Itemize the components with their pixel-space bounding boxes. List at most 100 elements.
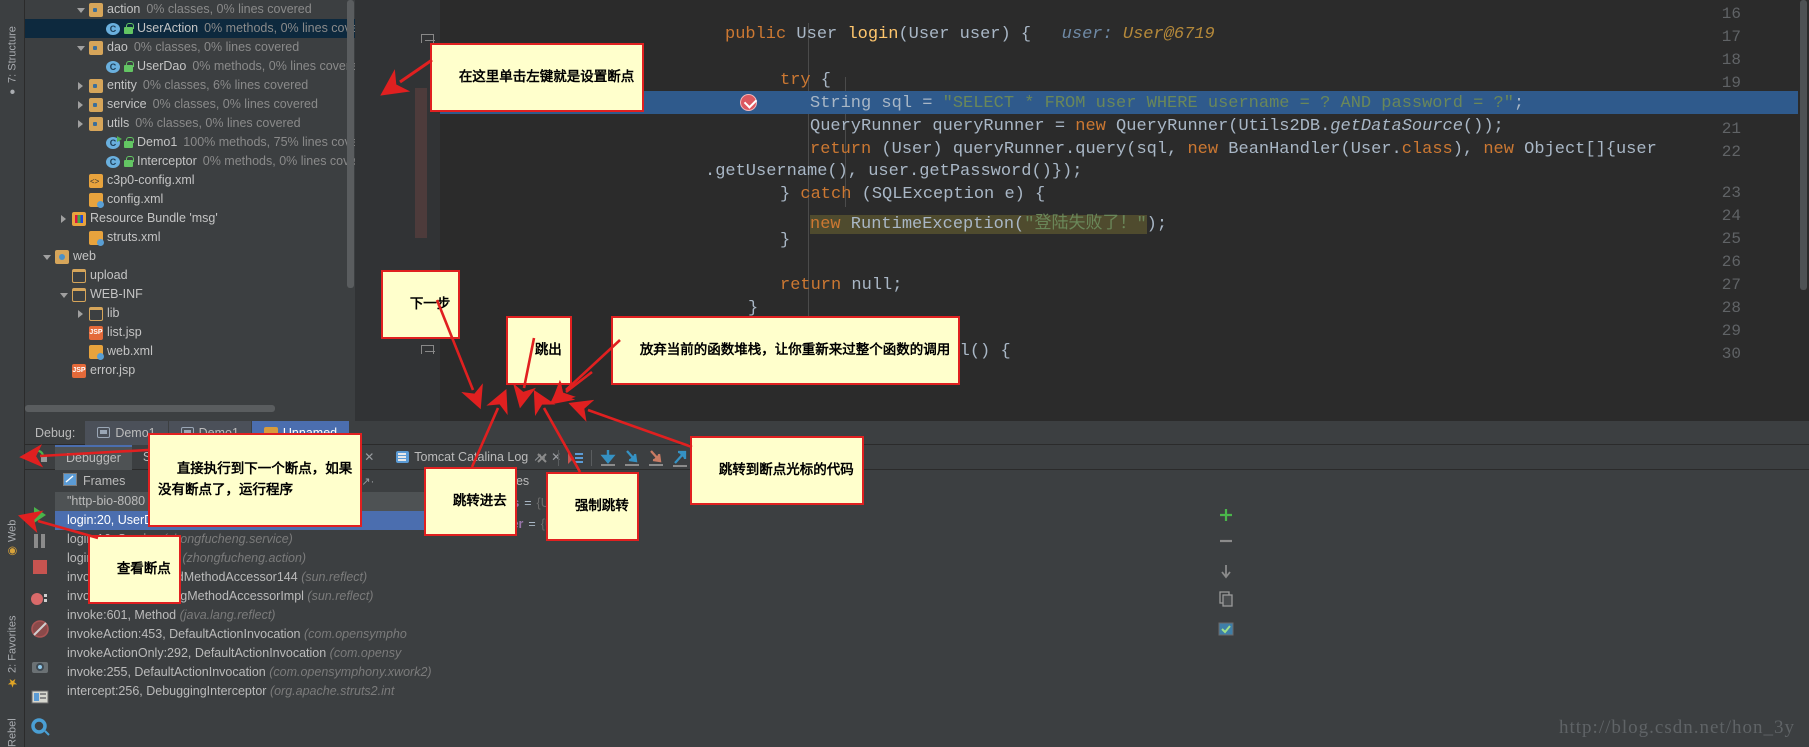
tree-row[interactable]: c3p0-config.xml — [25, 171, 355, 191]
force-step-into-icon[interactable] — [668, 446, 692, 470]
tree-row[interactable]: action 0% classes, 0% lines covered — [25, 0, 355, 19]
line-number: 19 — [1721, 74, 1741, 92]
step-over-icon[interactable] — [620, 446, 644, 470]
resume-program-icon[interactable] — [29, 504, 51, 526]
tree-row[interactable]: dao 0% classes, 0% lines covered — [25, 38, 355, 57]
project-tree-hscrollbar[interactable] — [25, 404, 315, 413]
code-line-25: } — [780, 231, 791, 250]
twisty-down-icon[interactable] — [58, 289, 70, 301]
editor-scrollbar[interactable] — [1798, 0, 1809, 421]
tree-row[interactable]: C UserAction 0% methods, 0% lines covere — [25, 19, 355, 38]
fold-marker-30[interactable] — [421, 345, 435, 358]
frame-package: (java.lang.reflect) — [179, 608, 276, 622]
sidebar-item-structure[interactable]: ● 7: Structure — [0, 2, 25, 97]
close-icon[interactable]: ✕ — [364, 450, 374, 464]
get-thread-dump-icon[interactable] — [29, 656, 51, 678]
restore-layout-icon[interactable] — [29, 686, 51, 708]
twisty-right-icon[interactable] — [75, 118, 87, 130]
sort-values-icon[interactable] — [1217, 562, 1235, 585]
code-line-22: return (User) queryRunner.query(sql, new… — [810, 140, 1657, 159]
tree-row[interactable]: utils 0% classes, 0% lines covered — [25, 114, 355, 133]
remove-watch-icon[interactable] — [1217, 532, 1235, 555]
rerun-icon[interactable] — [29, 446, 51, 468]
add-watch-icon[interactable] — [1217, 506, 1235, 529]
frame-label: invokeActionOnly:292, DefaultActionInvoc… — [67, 646, 327, 660]
frame-row[interactable]: invoke:255, DefaultActionInvocation (com… — [55, 663, 450, 682]
tree-row[interactable]: service 0% classes, 0% lines covered — [25, 95, 355, 114]
evaluate-icon[interactable] — [1217, 620, 1235, 643]
frame-package: (zhongfucheng.service) — [162, 532, 293, 546]
frame-row[interactable]: invoke:601, Method (java.lang.reflect) — [55, 606, 450, 625]
show-execution-point-icon[interactable] — [596, 446, 620, 470]
variable-row[interactable]: this={UserDao@6714} — [450, 492, 1809, 513]
tree-row[interactable]: web — [25, 247, 355, 266]
tree-row[interactable]: lib — [25, 304, 355, 323]
sidebar-item-favorites[interactable]: ★ 2: Favorites — [0, 590, 25, 690]
close-tab-icon[interactable] — [530, 446, 554, 470]
sidebar-item-rebel[interactable]: Rebel — [0, 695, 25, 747]
step-into-icon[interactable] — [644, 446, 668, 470]
twisty-right-icon[interactable] — [75, 99, 87, 111]
class-icon: C — [106, 22, 120, 35]
project-tree[interactable]: action 0% classes, 0% lines covered C UserA… — [25, 0, 355, 421]
pin-icon[interactable]: ↗· — [361, 475, 374, 488]
line-number: 30 — [1721, 345, 1741, 363]
twisty-right-icon[interactable] — [75, 80, 87, 92]
package-icon — [89, 2, 103, 17]
frame-row[interactable]: invokeAction:453, DefaultActionInvocatio… — [55, 625, 450, 644]
twisty-right-icon[interactable] — [58, 213, 70, 225]
tree-row-label: config.xml — [107, 192, 164, 206]
jsp-icon: JSP — [89, 325, 103, 340]
project-tree-scrollbar[interactable] — [346, 0, 355, 421]
code-line-22-wrap: .getUsername(), user.getPassword()}); — [705, 162, 1083, 181]
tree-row[interactable]: C Demo1 100% methods, 75% lines covered — [25, 133, 355, 152]
xml-gear-icon — [89, 192, 104, 208]
tree-row[interactable]: Resource Bundle 'msg' — [25, 209, 355, 228]
coverage-label: 0% classes, 6% lines covered — [142, 78, 309, 92]
frame-row[interactable]: invokeActionOnly:292, DefaultActionInvoc… — [55, 644, 450, 663]
tree-row[interactable]: entity 0% classes, 6% lines covered — [25, 76, 355, 95]
frame-row[interactable]: intercept:256, DebuggingInterceptor (org… — [55, 682, 450, 701]
mute-breakpoints-toggle-icon[interactable] — [29, 618, 51, 640]
sidebar-item-web[interactable]: ◉ Web — [0, 500, 25, 558]
copy-value-icon[interactable] — [1217, 590, 1235, 613]
tree-row-label: service — [107, 97, 147, 111]
tree-row[interactable]: upload — [25, 266, 355, 285]
tree-row[interactable]: JSP error.jsp — [25, 361, 355, 380]
line-number: 26 — [1721, 253, 1741, 271]
web-label: Web — [6, 519, 19, 542]
twisty-placeholder — [58, 270, 70, 282]
variable-row[interactable]: Puser={User@6719} — [450, 513, 1809, 534]
tree-row[interactable]: WEB-INF — [25, 285, 355, 304]
pause-program-icon[interactable] — [29, 530, 51, 552]
coverage-label: 0% methods, 0% lines covered — [192, 59, 355, 73]
mute-breakpoints-icon[interactable] — [563, 446, 587, 470]
frames-icon — [63, 473, 77, 489]
twisty-down-icon[interactable] — [75, 42, 87, 54]
tab-debugger[interactable]: Debugger — [55, 444, 132, 470]
tree-row[interactable]: C UserDao 0% methods, 0% lines covered — [25, 57, 355, 76]
twisty-placeholder — [92, 23, 104, 35]
tree-row-label: UserDao — [137, 59, 187, 73]
twisty-down-icon[interactable] — [41, 251, 53, 263]
settings-gear-icon[interactable] — [29, 716, 51, 738]
callout-next-step: 下一步 — [381, 270, 461, 339]
tree-row[interactable]: config.xml — [25, 190, 355, 209]
twisty-down-icon[interactable] — [75, 4, 87, 16]
breakpoint-icon[interactable] — [740, 94, 757, 111]
folder-icon — [89, 306, 103, 321]
folder-icon — [72, 268, 86, 283]
stop-icon[interactable] — [29, 556, 51, 578]
debug-label: Debug: — [35, 425, 76, 440]
view-breakpoints-icon[interactable] — [29, 588, 51, 610]
variable-equals: = — [524, 495, 532, 510]
tree-row[interactable]: web.xml — [25, 342, 355, 361]
tree-row[interactable]: C Interceptor 0% methods, 0% lines covered — [25, 152, 355, 171]
variables-side-rail — [1215, 470, 1239, 747]
line-number: 25 — [1721, 230, 1741, 248]
tree-row-label: list.jsp — [107, 325, 142, 339]
ide-window: ● 7: Structure ◉ Web ★ 2: Favorites Rebe… — [0, 0, 1809, 747]
twisty-right-icon[interactable] — [75, 308, 87, 320]
tree-row[interactable]: JSP list.jsp — [25, 323, 355, 342]
tree-row[interactable]: struts.xml — [25, 228, 355, 247]
